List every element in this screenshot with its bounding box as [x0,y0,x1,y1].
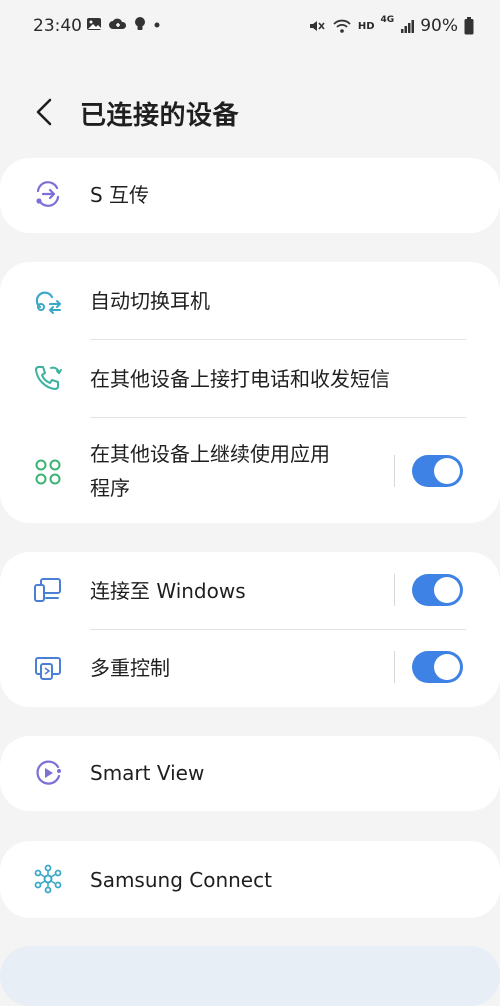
battery-icon [464,17,474,35]
s-transfer-icon [36,181,60,207]
card-smart-view: Smart View [0,736,500,811]
notification-icons [86,16,161,32]
system-icons: HD 4G 90% [308,15,474,36]
bottom-card [0,946,500,1006]
link-windows-label: 连接至 Windows [90,579,246,603]
calls-texts-label: 在其他设备上接打电话和收发短信 [90,367,390,391]
toggle-separator [394,651,395,683]
page-title: 已连接的设备 [80,101,240,131]
apps-grid-icon [35,459,61,485]
toggle-knob [434,654,460,680]
smart-view-icon [36,760,61,785]
header: 已连接的设备 [0,84,500,140]
card-samsung-connect: Samsung Connect [0,841,500,918]
card-continuity: 自动切换耳机 在其他设备上接打电话和收发短信 在其他设备上继续使用应用 程序 [0,262,500,523]
row-s-transfer[interactable]: S 互传 [0,158,500,233]
link-windows-icon [34,578,61,602]
multi-control-label: 多重控制 [90,656,170,680]
phone-sync-icon [35,366,62,390]
bulb-icon [135,17,145,30]
toggle-separator [394,455,395,487]
link-windows-toggle[interactable] [412,574,463,606]
card-s-transfer: S 互传 [0,158,500,233]
samsung-connect-label: Samsung Connect [90,868,272,892]
row-samsung-connect[interactable]: Samsung Connect [0,841,500,918]
dot-icon [154,22,160,28]
toggle-knob [434,577,460,603]
row-calls-texts[interactable]: 在其他设备上接打电话和收发短信 [0,340,500,417]
network-type: 4G [380,15,395,25]
back-arrow-icon[interactable] [28,94,64,130]
row-smart-view[interactable]: Smart View [0,736,500,811]
cell-signal-icon [401,20,415,33]
hd-badge: HD [357,20,375,32]
row-auto-switch[interactable]: 自动切换耳机 [0,262,500,339]
toggle-knob [434,458,460,484]
row-multi-control[interactable]: 多重控制 [0,630,500,707]
continue-apps-label-line1: 在其他设备上继续使用应用 [90,442,330,466]
card-windows: 连接至 Windows 多重控制 [0,552,500,707]
earbuds-switch-icon [35,291,62,314]
continue-apps-toggle[interactable] [412,455,463,487]
smart-view-label: Smart View [90,761,205,785]
row-link-windows[interactable]: 连接至 Windows [0,552,500,629]
battery-percent: 90% [420,16,458,36]
mute-icon [309,21,325,31]
samsung-connect-icon [34,864,62,894]
continue-apps-label-line2: 程序 [90,476,130,500]
gallery-icon [87,18,101,30]
s-transfer-label: S 互传 [90,183,150,207]
status-time: 23:40 [33,16,82,36]
wifi-icon [333,19,351,33]
toggle-separator [394,574,395,606]
cloud-sync-icon [109,18,127,29]
status-bar: 23:40 HD 4G 90% [0,0,500,54]
multi-control-toggle[interactable] [412,651,463,683]
multi-control-icon [35,657,61,680]
auto-switch-label: 自动切换耳机 [90,289,210,313]
row-continue-apps[interactable]: 在其他设备上继续使用应用 程序 [0,418,500,523]
